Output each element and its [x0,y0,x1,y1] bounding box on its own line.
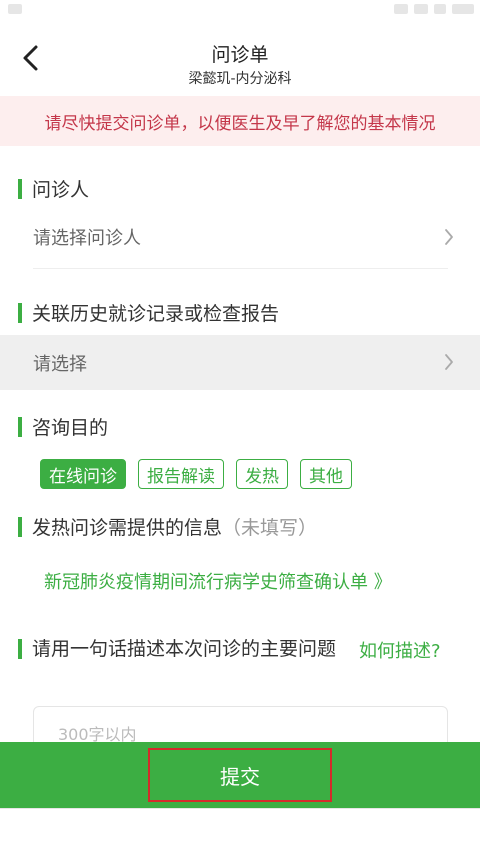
section-marker [18,516,22,537]
chevron-right-icon [445,354,453,370]
patient-section-label: 问诊人 [32,179,90,201]
status-bar [0,0,480,22]
tag-report-reading[interactable]: 报告解读 [138,459,224,489]
tag-other[interactable]: 其他 [300,459,352,489]
patient-section-title: 问诊人 [18,175,89,202]
description-section-title: 请用一句话描述本次问诊的主要问题 [18,636,348,663]
purpose-tags: 在线问诊 报告解读 发热 其他 [40,459,364,489]
battery-icon [434,4,446,14]
section-marker [18,639,22,659]
history-select-label: 请选择 [33,353,87,375]
clock-icon [452,4,474,14]
wifi-icon [394,4,408,14]
status-icon [8,4,22,14]
history-section-title: 关联历史就诊记录或检查报告 [18,299,279,326]
section-marker [18,416,22,437]
history-section-label: 关联历史就诊记录或检查报告 [32,303,280,325]
system-nav-area [0,808,480,855]
tag-fever[interactable]: 发热 [236,459,288,489]
fever-section-title: 发热问诊需提供的信息 （未填写） [18,513,317,540]
fever-status: （未填写） [222,517,318,539]
notice-banner: 请尽快提交问诊单，以便医生及早了解您的基本情况 [0,96,480,146]
signal-icon [414,4,428,14]
page-subtitle: 梁懿玑-内分泌科 [188,71,292,87]
purpose-section-title: 咨询目的 [18,413,108,440]
header: 问诊单 梁懿玑-内分泌科 [0,22,480,94]
submit-button[interactable]: 提交 [148,748,332,802]
section-marker [18,178,22,199]
patient-select-row[interactable]: 请选择问诊人 [0,206,480,268]
bottom-bar: 提交 [0,742,480,808]
chevron-right-icon [445,229,453,245]
description-section-label: 请用一句话描述本次问诊的主要问题 [32,638,337,660]
history-select-row[interactable]: 请选择 [0,335,480,390]
section-marker [18,302,22,323]
how-to-describe-link[interactable]: 如何描述? [359,637,441,663]
purpose-section-label: 咨询目的 [32,417,109,439]
patient-select-label: 请选择问诊人 [33,228,141,249]
divider [33,268,448,269]
tag-online-consult[interactable]: 在线问诊 [40,459,126,489]
fever-section-label: 发热问诊需提供的信息 [32,517,223,539]
page-title: 问诊单 [211,44,269,66]
epidemiology-form-link[interactable]: 新冠肺炎疫情期间流行病学史筛查确认单 》 [44,568,392,594]
